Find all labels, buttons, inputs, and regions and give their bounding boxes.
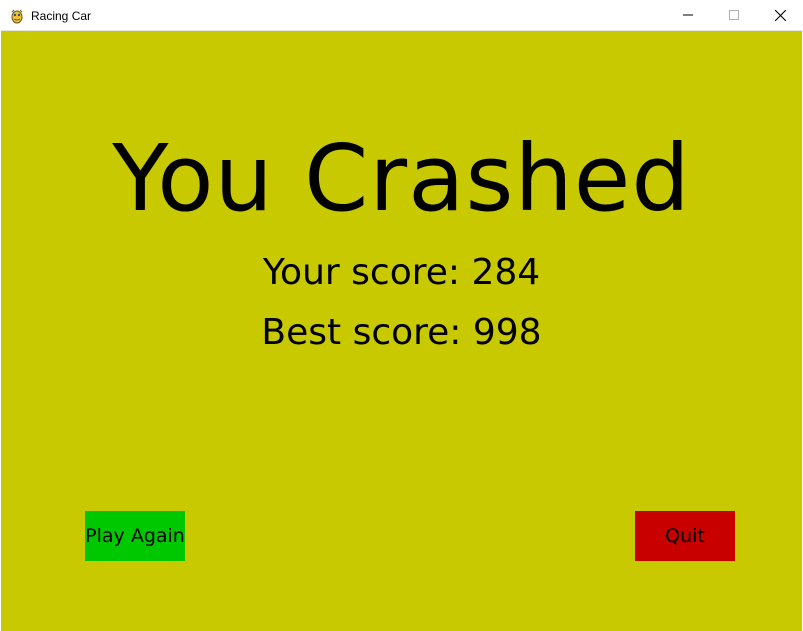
title-bar[interactable]: Racing Car [0,0,803,31]
minimize-button[interactable] [665,0,711,30]
game-over-headline: You Crashed [112,125,691,232]
maximize-icon [729,10,739,20]
close-icon [774,9,786,21]
best-score: Best score: 998 [261,312,542,353]
maximize-button[interactable] [711,0,757,30]
minimize-icon [683,14,693,16]
pygame-snake-icon [11,9,23,24]
app-window: Racing Car You Crashed Your score: 284 B… [0,0,803,631]
quit-button[interactable]: Quit [635,511,735,561]
window-title: Racing Car [31,9,92,23]
play-again-button[interactable]: Play Again [85,511,185,561]
game-over-screen: You Crashed Your score: 284 Best score: … [1,31,802,631]
close-button[interactable] [757,0,803,30]
current-score: Your score: 284 [262,252,541,293]
